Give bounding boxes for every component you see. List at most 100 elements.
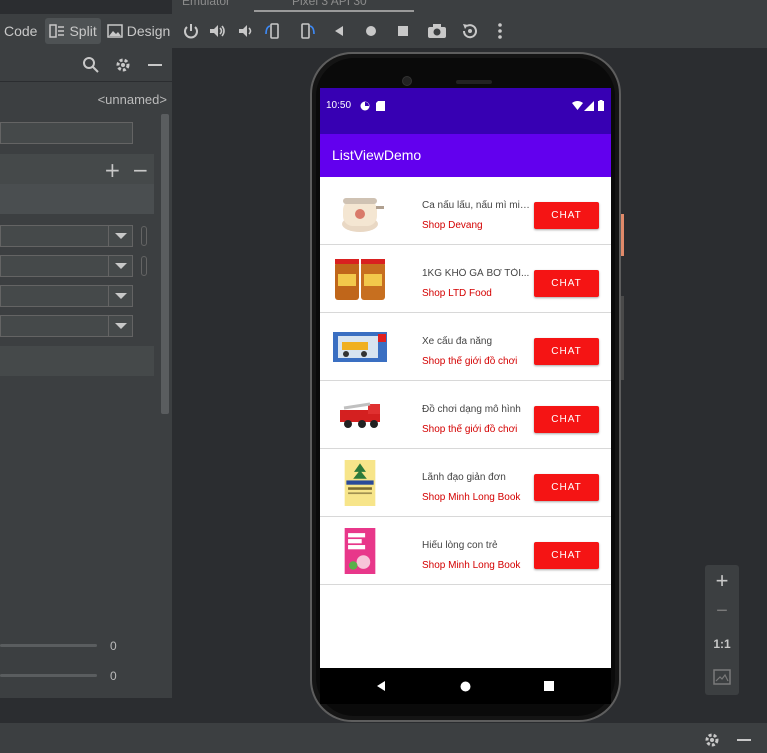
split-icon bbox=[49, 24, 65, 38]
more-options-icon[interactable] bbox=[496, 22, 504, 40]
chevron-down-icon[interactable] bbox=[108, 226, 132, 246]
attribute-picker-handle[interactable] bbox=[141, 256, 147, 276]
status-app-icon bbox=[360, 101, 370, 111]
attribute-picker-handle[interactable] bbox=[141, 226, 147, 246]
zoom-controls: + − 1:1 bbox=[705, 565, 739, 695]
camera-icon[interactable] bbox=[427, 22, 447, 40]
remove-attribute-icon[interactable]: − bbox=[132, 158, 149, 182]
design-mode-button[interactable]: Design bbox=[103, 18, 175, 44]
chat-button[interactable]: CHAT bbox=[534, 202, 599, 229]
chevron-down-icon[interactable] bbox=[108, 316, 132, 336]
attribute-slider[interactable] bbox=[0, 674, 97, 677]
shop-name: Shop thế giới đồ chơi bbox=[422, 424, 518, 435]
product-name: Hiểu lòng con trẻ bbox=[422, 540, 498, 551]
attributes-panel: <unnamed> + − 0 0 bbox=[0, 48, 172, 698]
id-input[interactable] bbox=[0, 122, 133, 144]
zoom-out-button[interactable]: − bbox=[705, 600, 739, 623]
status-time: 10:50 bbox=[326, 100, 352, 111]
emulator-toolbar bbox=[172, 14, 767, 48]
slider-value: 0 bbox=[110, 669, 117, 683]
system-nav-bar bbox=[320, 668, 611, 704]
nav-back-icon[interactable] bbox=[375, 680, 387, 692]
device-screen: 10:50 ListViewDemo Ca nấu lẩu, nấu mì mi… bbox=[320, 88, 611, 704]
slider-value: 0 bbox=[110, 639, 117, 653]
list-item[interactable]: Hiểu lòng con trẻ Shop Minh Long Book CH… bbox=[320, 517, 611, 585]
attribute-dropdown[interactable] bbox=[0, 255, 133, 277]
app-title: ListViewDemo bbox=[332, 147, 422, 163]
volume-down-icon[interactable] bbox=[236, 22, 254, 40]
bottom-tool-bar bbox=[0, 723, 767, 753]
attribute-dropdown[interactable] bbox=[0, 225, 133, 247]
list-item[interactable]: 1KG KHÔ GÀ BƠ TỎI... Shop LTD Food CHAT bbox=[320, 245, 611, 313]
search-icon[interactable] bbox=[82, 56, 100, 74]
add-attribute-icon[interactable]: + bbox=[104, 158, 121, 182]
minimize-icon[interactable] bbox=[147, 56, 163, 74]
signal-icon bbox=[584, 101, 594, 111]
front-camera bbox=[402, 76, 412, 86]
list-item[interactable]: Xe cẩu đa năng Shop thế giới đồ chơi CHA… bbox=[320, 313, 611, 381]
back-icon[interactable] bbox=[332, 22, 346, 40]
code-mode-button[interactable]: Code bbox=[0, 18, 41, 44]
fit-screen-icon[interactable] bbox=[713, 669, 731, 685]
snapshot-icon[interactable] bbox=[460, 22, 480, 40]
nav-home-icon[interactable] bbox=[460, 681, 471, 692]
shop-name: Shop Minh Long Book bbox=[422, 492, 521, 503]
power-icon[interactable] bbox=[182, 22, 200, 40]
chat-button[interactable]: CHAT bbox=[534, 474, 599, 501]
tool-window-tabs: Emulator Pixel 3 API 30 bbox=[172, 0, 767, 14]
chat-button[interactable]: CHAT bbox=[534, 270, 599, 297]
home-icon[interactable] bbox=[364, 22, 378, 40]
attributes-scrollbar[interactable] bbox=[161, 114, 169, 414]
rotate-left-icon[interactable] bbox=[264, 22, 284, 40]
list-item[interactable]: Đồ chơi dạng mô hình Shop thế giới đồ ch… bbox=[320, 381, 611, 449]
attributes-header bbox=[0, 48, 172, 82]
list-item[interactable]: Lãnh đạo giản đơn Shop Minh Long Book CH… bbox=[320, 449, 611, 517]
product-name: 1KG KHÔ GÀ BƠ TỎI... bbox=[422, 268, 530, 279]
product-name: Xe cẩu đa năng bbox=[422, 336, 493, 347]
split-mode-button[interactable]: Split bbox=[45, 18, 101, 44]
gear-icon[interactable] bbox=[114, 56, 132, 74]
overview-icon[interactable] bbox=[396, 22, 410, 40]
attributes-section-header bbox=[0, 346, 154, 376]
volume-up-icon[interactable] bbox=[208, 22, 226, 40]
list-item[interactable]: Ca nấu lẩu, nấu mì mini... Shop Devang C… bbox=[320, 177, 611, 245]
attributes-subsection bbox=[0, 184, 154, 214]
battery-icon bbox=[598, 100, 604, 111]
split-mode-label: Split bbox=[69, 23, 97, 39]
rotate-right-icon[interactable] bbox=[296, 22, 316, 40]
shop-name: Shop Minh Long Book bbox=[422, 560, 521, 571]
chevron-down-icon[interactable] bbox=[108, 256, 132, 276]
product-name: Lãnh đạo giản đơn bbox=[422, 472, 506, 483]
chevron-down-icon[interactable] bbox=[108, 286, 132, 306]
app-bar: ListViewDemo bbox=[320, 134, 611, 177]
actual-size-button[interactable]: 1:1 bbox=[705, 637, 739, 651]
attributes-section-header: + − bbox=[0, 154, 154, 184]
product-thumbnail bbox=[333, 332, 387, 362]
emulator-tab[interactable]: Emulator bbox=[182, 0, 230, 8]
attribute-dropdown[interactable] bbox=[0, 285, 133, 307]
code-mode-label: Code bbox=[4, 23, 38, 39]
product-thumbnail bbox=[340, 402, 380, 428]
zoom-in-button[interactable]: + bbox=[705, 568, 739, 594]
nav-recents-icon[interactable] bbox=[544, 681, 554, 691]
image-icon bbox=[106, 24, 123, 38]
gear-icon[interactable] bbox=[703, 731, 721, 749]
product-thumbnail bbox=[344, 528, 376, 574]
status-bar: 10:50 bbox=[320, 88, 611, 134]
product-list[interactable]: Ca nấu lẩu, nấu mì mini... Shop Devang C… bbox=[320, 177, 611, 585]
power-side-button[interactable] bbox=[621, 214, 624, 256]
attribute-dropdown[interactable] bbox=[0, 315, 133, 337]
chat-button[interactable]: CHAT bbox=[534, 542, 599, 569]
earpiece-speaker bbox=[456, 80, 492, 84]
attribute-slider[interactable] bbox=[0, 644, 97, 647]
design-mode-label: Design bbox=[126, 23, 171, 39]
product-thumbnail bbox=[335, 259, 385, 300]
device-tab[interactable]: Pixel 3 API 30 bbox=[292, 0, 367, 8]
chat-button[interactable]: CHAT bbox=[534, 338, 599, 365]
product-thumbnail bbox=[342, 198, 384, 232]
active-tab-indicator bbox=[254, 10, 414, 12]
view-mode-bar: Code Split Design bbox=[0, 14, 172, 48]
chat-button[interactable]: CHAT bbox=[534, 406, 599, 433]
minimize-icon[interactable] bbox=[736, 731, 752, 749]
volume-side-button[interactable] bbox=[621, 296, 624, 380]
